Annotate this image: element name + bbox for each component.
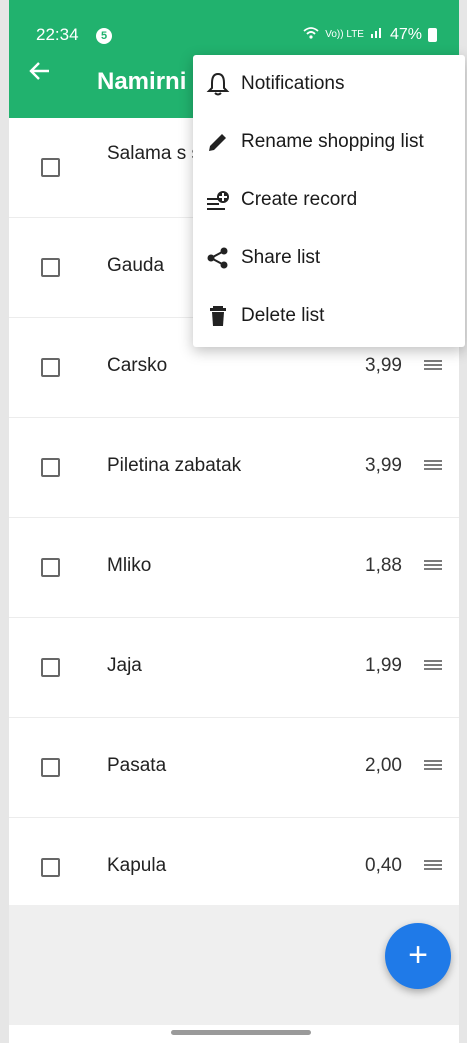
list-item[interactable]: Jaja 1,99: [9, 618, 459, 718]
drag-handle-icon[interactable]: [424, 660, 442, 673]
share-icon: [205, 245, 231, 271]
home-indicator: [171, 1030, 311, 1035]
drag-handle-icon[interactable]: [424, 860, 442, 873]
item-name: Carsko: [107, 355, 168, 376]
item-price: 2,00: [365, 755, 402, 776]
item-name: Piletina zabatak: [107, 455, 242, 476]
menu-item-label: Delete list: [241, 305, 325, 326]
drag-handle-icon[interactable]: [424, 760, 442, 773]
item-checkbox[interactable]: [41, 458, 60, 477]
list-item[interactable]: Piletina zabatak 3,99: [9, 418, 459, 518]
item-price: 3,99: [365, 355, 402, 376]
item-checkbox[interactable]: [41, 858, 60, 877]
item-name: Pasata: [107, 755, 167, 776]
list-item[interactable]: Mliko 1,88: [9, 518, 459, 618]
status-time: 22:34: [36, 25, 79, 44]
trash-icon: [205, 303, 231, 329]
menu-item-delete[interactable]: Delete list: [193, 287, 465, 345]
item-name: Jaja: [107, 655, 142, 676]
menu-item-label: Rename shopping list: [241, 131, 424, 152]
item-checkbox[interactable]: [41, 358, 60, 377]
back-arrow-icon[interactable]: [27, 58, 53, 92]
item-checkbox[interactable]: [41, 158, 60, 177]
item-price: 1,99: [365, 655, 402, 676]
drag-handle-icon[interactable]: [424, 460, 442, 473]
menu-item-rename[interactable]: Rename shopping list: [193, 113, 465, 171]
item-checkbox[interactable]: [41, 558, 60, 577]
item-price: 3,99: [365, 455, 402, 476]
overflow-menu: Notifications Rename shopping list Creat…: [193, 55, 465, 347]
item-name: Mliko: [107, 555, 152, 576]
battery-icon: [428, 27, 437, 42]
menu-item-label: Notifications: [241, 73, 345, 94]
drag-handle-icon[interactable]: [424, 360, 442, 373]
list-item[interactable]: Pasata 2,00: [9, 718, 459, 818]
list-item[interactable]: Kapula 0,40: [9, 818, 459, 917]
signal-icon: [370, 25, 384, 44]
add-item-button[interactable]: +: [385, 923, 451, 989]
status-bar: 22:34 5 Vo)) LTE 47%: [9, 0, 459, 46]
pencil-icon: [205, 129, 231, 155]
item-checkbox[interactable]: [41, 758, 60, 777]
menu-item-label: Create record: [241, 189, 358, 210]
menu-item-share[interactable]: Share list: [193, 229, 465, 287]
wifi-icon: [303, 26, 319, 43]
bell-icon: [205, 71, 231, 97]
item-name: Kapula: [107, 855, 167, 876]
item-price: 0,40: [365, 855, 402, 876]
page-title: Namirni: [97, 68, 187, 95]
item-price: 1,88: [365, 555, 402, 576]
drag-handle-icon[interactable]: [424, 560, 442, 573]
item-checkbox[interactable]: [41, 258, 60, 277]
menu-item-notifications[interactable]: Notifications: [193, 55, 465, 113]
network-label: Vo)) LTE: [325, 29, 364, 40]
battery-percent: 47%: [389, 25, 422, 43]
status-right: Vo)) LTE 47%: [303, 25, 437, 44]
item-checkbox[interactable]: [41, 658, 60, 677]
add-record-icon: [205, 187, 231, 213]
menu-item-create-record[interactable]: Create record: [193, 171, 465, 229]
notification-count-badge: 5: [96, 28, 112, 44]
menu-item-label: Share list: [241, 247, 321, 268]
